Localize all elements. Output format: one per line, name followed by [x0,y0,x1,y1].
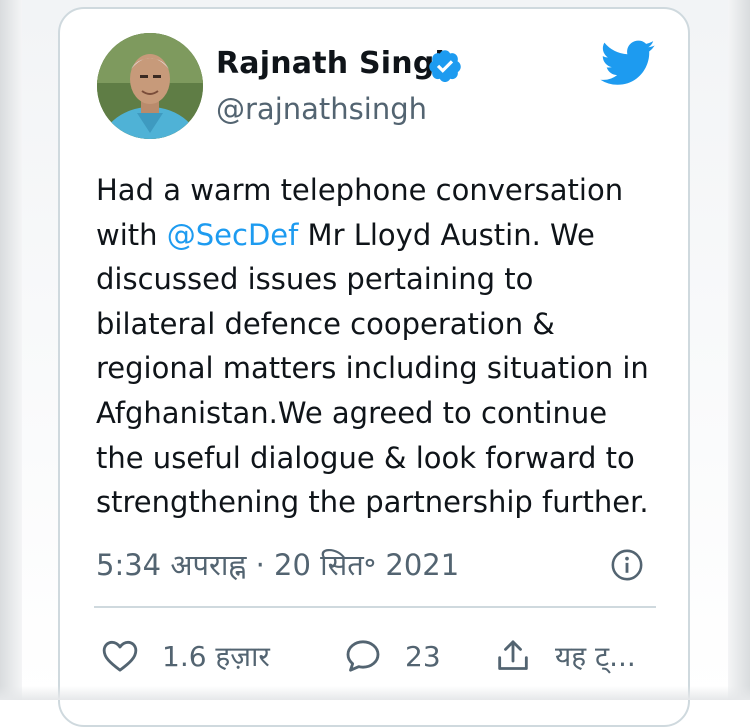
mention-link[interactable]: @SecDef [167,218,299,252]
share-button[interactable]: यह ट्... [493,634,636,678]
bottom-shadow [0,686,750,700]
tweet-text: Had a warm telephone conversation with @… [96,168,666,525]
tweet-line: with @SecDef Mr Lloyd Austin. We [96,213,666,258]
tweet-line: Had a warm telephone conversation [96,173,624,207]
author-handle[interactable]: @rajnathsingh [216,92,427,126]
tweet-line: bilateral defence cooperation & [96,306,555,341]
tweet-line: Afghanistan.We agreed to continue [96,395,608,430]
right-edge-shadow [728,0,750,700]
tweet-line: regional matters including situation in [96,351,649,386]
tweet-line: strengthening the partnership further. [96,485,649,520]
verified-badge-icon [429,50,461,82]
tweet-line: the useful dialogue & look forward to [96,440,635,475]
author-name[interactable]: Rajnath Singh [216,46,456,81]
share-icon [498,640,528,670]
divider [94,606,656,608]
reply-button[interactable]: 23 [343,634,441,678]
like-count: 1.6 हज़ार [162,640,270,673]
info-icon[interactable] [610,548,644,582]
tweet-timestamp[interactable]: 5:34 अपराह्न · 20 सित॰ 2021 [96,545,459,584]
avatar[interactable] [97,33,203,139]
reply-bubble-icon [346,640,380,672]
heart-icon [102,640,138,672]
twitter-bird-icon [600,40,655,85]
tweet-line-segment: Mr Lloyd Austin. We [298,217,595,252]
like-button[interactable]: 1.6 हज़ार [100,634,270,678]
reply-count: 23 [405,639,441,673]
left-edge-shadow [0,0,22,700]
profile-photo-icon [97,33,203,139]
tweet-line: discussed issues pertaining to [96,262,534,297]
share-label: यह ट्... [555,640,636,673]
tweet-line-segment: with [96,217,167,252]
